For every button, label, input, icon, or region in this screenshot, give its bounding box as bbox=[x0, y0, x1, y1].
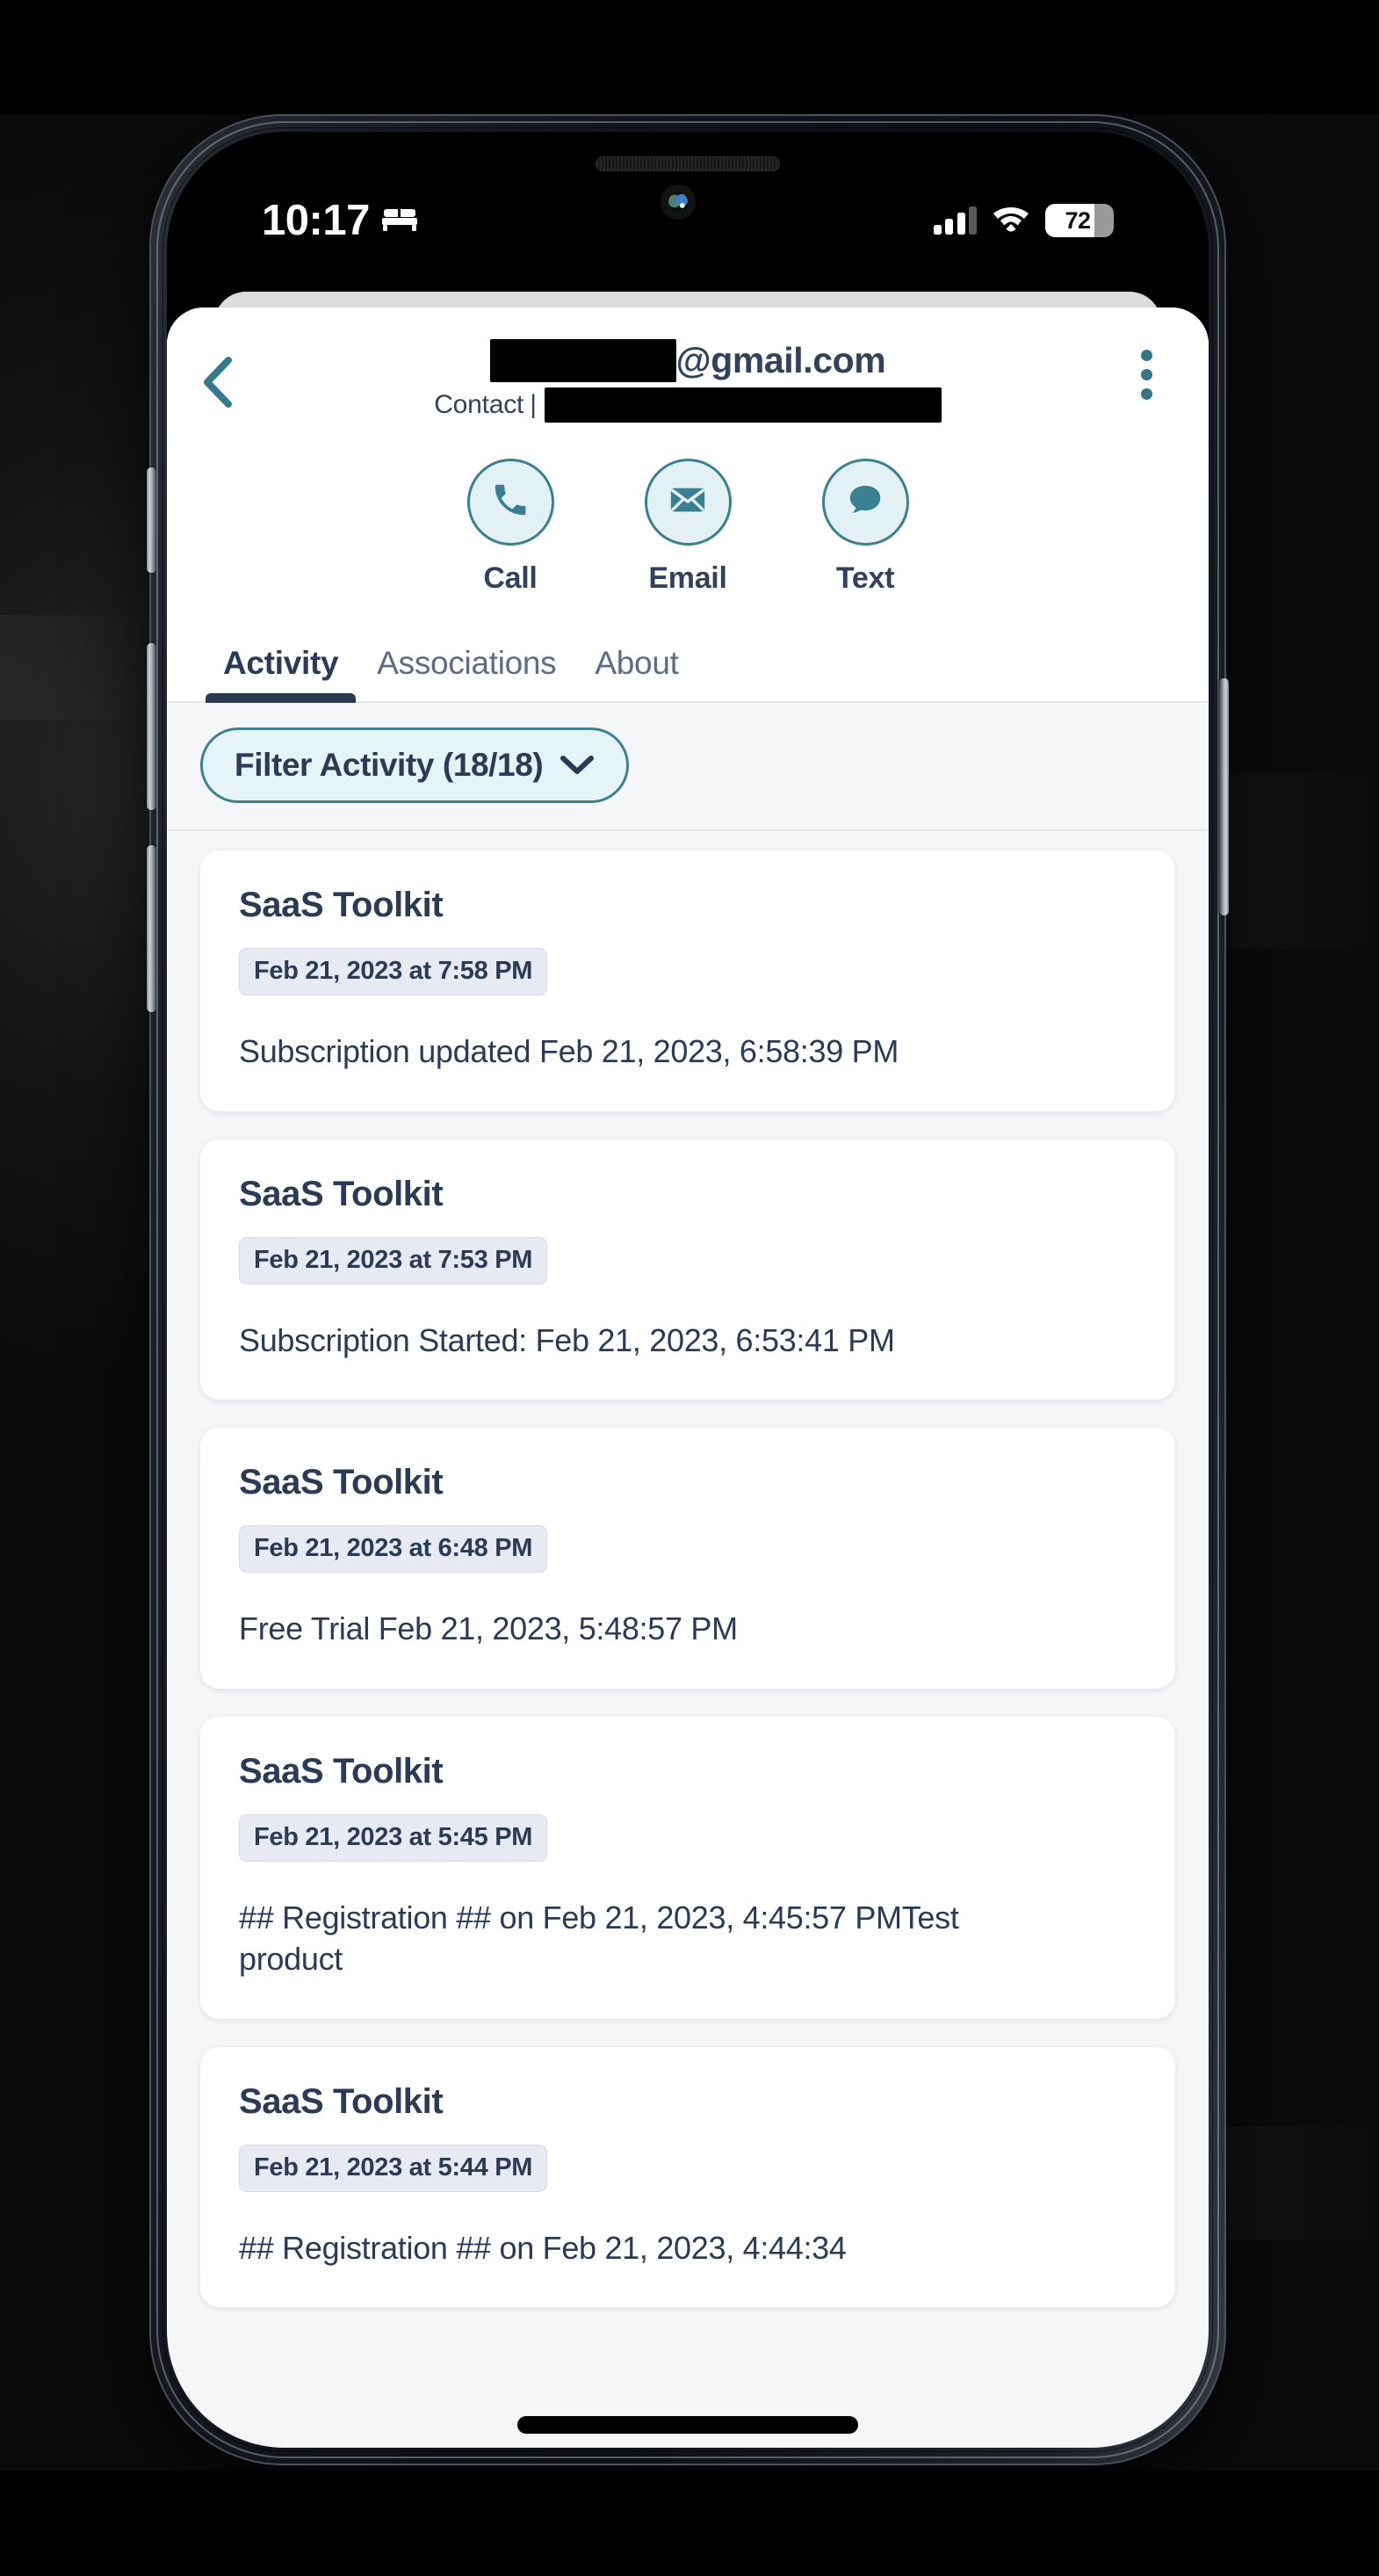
status-bar-left: 10:17 bbox=[262, 177, 417, 245]
table-row[interactable]: SaaS Toolkit Feb 21, 2023 at 5:45 PM ## … bbox=[200, 1716, 1175, 2019]
activity-body: Free Trial Feb 21, 2023, 5:48:57 PM bbox=[239, 1610, 738, 1647]
photo-backdrop: 10:17 72 @gmail.com Contact | Call Email… bbox=[0, 0, 1379, 2576]
activity-title: SaaS Toolkit bbox=[239, 1751, 444, 1791]
activity-timestamp-badge: Feb 21, 2023 at 6:48 PM bbox=[239, 1525, 548, 1574]
subtitle-divider: | bbox=[530, 390, 537, 419]
table-row[interactable]: SaaS Toolkit Feb 21, 2023 at 7:53 PM Sub… bbox=[200, 1139, 1175, 1400]
back-button[interactable] bbox=[199, 330, 260, 414]
app-header: @gmail.com Contact | bbox=[167, 308, 1209, 434]
phone-icon bbox=[490, 480, 531, 525]
activity-title: SaaS Toolkit bbox=[239, 1174, 444, 1213]
filter-bar: Filter Activity (18/18) bbox=[167, 703, 1209, 831]
activity-timestamp-badge: Feb 21, 2023 at 7:58 PM bbox=[239, 948, 548, 995]
table-row[interactable]: SaaS Toolkit Feb 21, 2023 at 7:58 PM Sub… bbox=[200, 850, 1175, 1111]
tab-bar: Activity Associations About bbox=[167, 608, 1209, 703]
email-button-label: Email bbox=[648, 561, 727, 595]
header-row: @gmail.com Contact | bbox=[199, 330, 1177, 434]
activity-title: SaaS Toolkit bbox=[239, 2081, 444, 2121]
envelope-icon bbox=[668, 480, 708, 525]
phone-volume-down[interactable] bbox=[147, 845, 156, 1012]
page-title: @gmail.com bbox=[260, 339, 1115, 382]
tab-associations[interactable]: Associations bbox=[357, 645, 575, 701]
tab-about[interactable]: About bbox=[575, 645, 697, 701]
phone-screen: 10:17 72 @gmail.com Contact | Call Email… bbox=[167, 132, 1209, 2448]
activity-body: ## Registration ## on Feb 21, 2023, 4:44… bbox=[239, 2229, 847, 2266]
text-button[interactable]: Text bbox=[821, 459, 909, 596]
call-button-circle bbox=[466, 459, 554, 546]
filter-activity-dropdown[interactable]: Filter Activity (18/18) bbox=[200, 727, 630, 803]
email-button-circle bbox=[644, 459, 732, 546]
header-subtitle: Contact | bbox=[260, 387, 1115, 423]
call-button[interactable]: Call bbox=[466, 459, 554, 596]
battery-percent: 72 bbox=[1065, 206, 1091, 234]
app-sheet: @gmail.com Contact | Call Email Text Act… bbox=[167, 308, 1209, 2448]
redacted-email-local-part bbox=[489, 339, 676, 382]
home-indicator[interactable] bbox=[517, 2416, 858, 2434]
chevron-down-icon bbox=[560, 747, 595, 784]
redacted-contact-name bbox=[544, 387, 942, 423]
activity-timestamp-badge: Feb 21, 2023 at 5:45 PM bbox=[239, 1813, 548, 1862]
activity-timestamp-badge: Feb 21, 2023 at 5:44 PM bbox=[239, 2144, 548, 2192]
status-bar: 10:17 72 bbox=[167, 132, 1209, 290]
phone-frame: 10:17 72 @gmail.com Contact | Call Email… bbox=[147, 116, 1229, 2464]
table-row[interactable]: SaaS Toolkit Feb 21, 2023 at 5:44 PM ## … bbox=[200, 2046, 1175, 2308]
activity-title: SaaS Toolkit bbox=[239, 886, 444, 924]
header-titles: @gmail.com Contact | bbox=[260, 330, 1115, 423]
tab-activity[interactable]: Activity bbox=[204, 645, 357, 703]
wifi-icon bbox=[992, 204, 1030, 237]
backdrop-streak bbox=[1203, 2126, 1379, 2240]
backdrop-streak bbox=[0, 615, 154, 720]
table-row[interactable]: SaaS Toolkit Feb 21, 2023 at 6:48 PM Fre… bbox=[200, 1428, 1175, 1689]
cellular-signal-icon bbox=[933, 206, 977, 235]
activity-body: Subscription Started: Feb 21, 2023, 6:53… bbox=[239, 1321, 895, 1358]
text-button-label: Text bbox=[835, 561, 895, 595]
chat-bubble-icon bbox=[845, 480, 885, 525]
quick-actions: Call Email Text bbox=[167, 434, 1209, 608]
battery-icon: 72 bbox=[1045, 204, 1114, 237]
phone-volume-up[interactable] bbox=[147, 643, 156, 810]
activity-body: Subscription updated Feb 21, 2023, 6:58:… bbox=[239, 1033, 899, 1069]
activity-timestamp-badge: Feb 21, 2023 at 7:53 PM bbox=[239, 1236, 548, 1284]
kebab-menu-icon[interactable] bbox=[1115, 330, 1177, 400]
activity-title: SaaS Toolkit bbox=[239, 1463, 444, 1502]
bed-icon bbox=[381, 206, 417, 236]
status-time: 10:17 bbox=[262, 197, 370, 244]
chevron-left-icon bbox=[199, 357, 237, 413]
phone-power-button[interactable] bbox=[1219, 678, 1229, 915]
activity-list: SaaS Toolkit Feb 21, 2023 at 7:58 PM Sub… bbox=[167, 831, 1209, 2308]
status-bar-right: 72 bbox=[933, 185, 1114, 237]
backdrop-streak bbox=[1212, 773, 1379, 949]
activity-body: ## Registration ## on Feb 21, 2023, 4:45… bbox=[239, 1899, 959, 1978]
email-domain: @gmail.com bbox=[675, 340, 886, 380]
text-button-circle bbox=[821, 459, 909, 546]
filter-activity-label: Filter Activity (18/18) bbox=[235, 747, 544, 783]
phone-mute-switch[interactable] bbox=[147, 467, 156, 573]
subtitle-label: Contact bbox=[434, 390, 524, 419]
email-button[interactable]: Email bbox=[644, 459, 732, 596]
call-button-label: Call bbox=[483, 561, 538, 595]
